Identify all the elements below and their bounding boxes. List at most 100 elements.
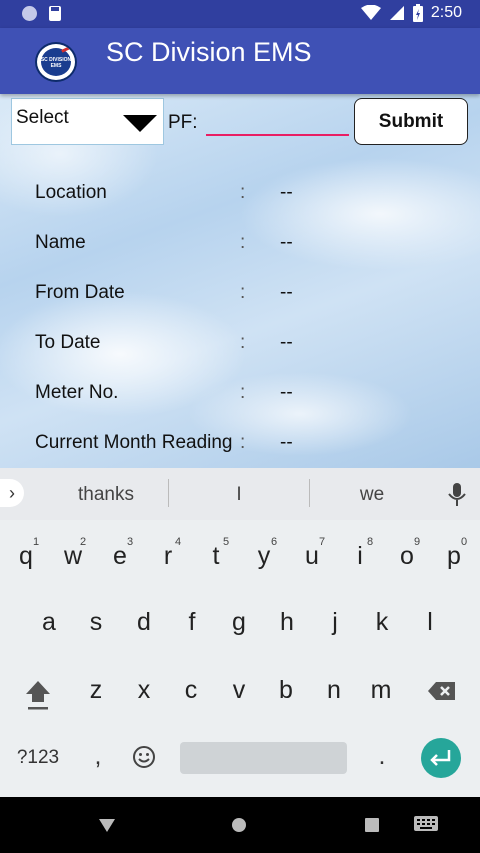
field-label: Meter No. — [35, 382, 119, 403]
suggestion-divider — [168, 479, 169, 507]
expand-suggestions-icon[interactable]: › — [0, 479, 24, 507]
soft-keyboard: › thanks I we q1w2e3r4t5y6u7i8o9p0 asdfgh… — [0, 468, 480, 797]
key-hint-0: 0 — [461, 536, 468, 548]
key-d[interactable]: d — [122, 596, 166, 648]
key-v[interactable]: v — [217, 664, 261, 716]
notification-dot-icon — [22, 6, 37, 21]
sd-card-icon — [49, 6, 61, 21]
key-c[interactable]: c — [169, 664, 213, 716]
field-label: Location — [35, 182, 107, 203]
submit-button[interactable]: Submit — [354, 98, 468, 145]
back-icon[interactable] — [97, 817, 117, 833]
home-icon[interactable] — [231, 817, 247, 833]
field-row-location: Location : -- — [0, 182, 480, 212]
field-value: -- — [280, 282, 293, 303]
key-a[interactable]: a — [27, 596, 71, 648]
keyboard-switch-icon[interactable] — [414, 816, 438, 834]
signal-icon — [389, 6, 404, 20]
field-value: -- — [280, 332, 293, 353]
key-e[interactable]: e — [98, 530, 142, 582]
key-hint-1: 1 — [33, 536, 40, 548]
status-bar: 2:50 — [0, 0, 480, 28]
field-colon: : — [240, 332, 246, 353]
field-value: -- — [280, 382, 293, 403]
key-g[interactable]: g — [217, 596, 261, 648]
app-bar: SC DIVISION EMS SC Division EMS — [0, 28, 480, 94]
field-row-from-date: From Date : -- — [0, 282, 480, 312]
field-colon: : — [240, 382, 246, 403]
key-hint-3: 3 — [127, 536, 134, 548]
key-hint-2: 2 — [80, 536, 87, 548]
suggestion-3[interactable]: we — [322, 484, 422, 506]
field-value: -- — [280, 182, 293, 203]
key-l[interactable]: l — [408, 596, 452, 648]
key-s[interactable]: s — [74, 596, 118, 648]
key-r[interactable]: r — [146, 530, 190, 582]
comma-key[interactable]: , — [84, 740, 112, 772]
app-logo: SC DIVISION EMS — [35, 42, 77, 82]
field-row-meter-no: Meter No. : -- — [0, 382, 480, 412]
key-m[interactable]: m — [359, 664, 403, 716]
space-bar[interactable] — [180, 742, 347, 774]
period-key[interactable]: . — [372, 740, 392, 772]
key-t[interactable]: t — [194, 530, 238, 582]
select-dropdown[interactable]: Select — [11, 98, 164, 145]
dropdown-arrow-icon — [123, 115, 157, 132]
key-hint-4: 4 — [175, 536, 182, 548]
backspace-icon[interactable] — [427, 680, 457, 702]
battery-charging-icon — [412, 4, 423, 22]
key-hint-5: 5 — [223, 536, 230, 548]
microphone-icon[interactable] — [447, 482, 467, 508]
key-x[interactable]: x — [122, 664, 166, 716]
enter-arrow-icon — [430, 750, 451, 766]
key-o[interactable]: o — [385, 530, 429, 582]
shift-icon[interactable] — [23, 678, 53, 712]
key-u[interactable]: u — [290, 530, 334, 582]
key-hint-8: 8 — [367, 536, 374, 548]
field-label: To Date — [35, 332, 101, 353]
status-time: 2:50 — [430, 4, 462, 21]
key-k[interactable]: k — [360, 596, 404, 648]
field-row-name: Name : -- — [0, 232, 480, 262]
key-w[interactable]: w — [51, 530, 95, 582]
field-value: -- — [280, 432, 293, 453]
suggestion-divider — [309, 479, 310, 507]
field-value: -- — [280, 232, 293, 253]
field-colon: : — [240, 432, 246, 453]
recents-icon[interactable] — [365, 818, 379, 832]
navigation-bar — [0, 797, 480, 853]
field-colon: : — [240, 282, 246, 303]
suggestion-2[interactable]: I — [189, 484, 289, 506]
select-label: Select — [16, 107, 69, 128]
key-q[interactable]: q — [4, 530, 48, 582]
field-colon: : — [240, 232, 246, 253]
symbols-key[interactable]: ?123 — [12, 744, 64, 772]
key-h[interactable]: h — [265, 596, 309, 648]
key-y[interactable]: y — [242, 530, 286, 582]
key-j[interactable]: j — [313, 596, 357, 648]
key-hint-9: 9 — [414, 536, 421, 548]
key-z[interactable]: z — [74, 664, 118, 716]
field-row-current-month-reading: Current Month Reading : -- — [0, 432, 480, 462]
app-title: SC Division EMS — [106, 37, 312, 67]
emoji-icon[interactable] — [132, 745, 156, 769]
pf-label: PF: — [168, 112, 198, 133]
field-row-to-date: To Date : -- — [0, 332, 480, 362]
key-hint-7: 7 — [319, 536, 326, 548]
wifi-icon — [360, 5, 381, 20]
key-n[interactable]: n — [312, 664, 356, 716]
key-f[interactable]: f — [170, 596, 214, 648]
key-i[interactable]: i — [338, 530, 382, 582]
key-hint-6: 6 — [271, 536, 278, 548]
key-b[interactable]: b — [264, 664, 308, 716]
field-label: Current Month Reading — [35, 432, 233, 453]
enter-key[interactable] — [421, 738, 461, 778]
main-content: Select PF: Submit Location : -- Name : -… — [0, 94, 480, 468]
field-label: Name — [35, 232, 86, 253]
pf-input[interactable] — [206, 106, 349, 136]
field-label: From Date — [35, 282, 125, 303]
suggestion-bar: › thanks I we — [0, 468, 480, 520]
suggestion-1[interactable]: thanks — [56, 484, 156, 506]
field-colon: : — [240, 182, 246, 203]
key-p[interactable]: p — [432, 530, 476, 582]
